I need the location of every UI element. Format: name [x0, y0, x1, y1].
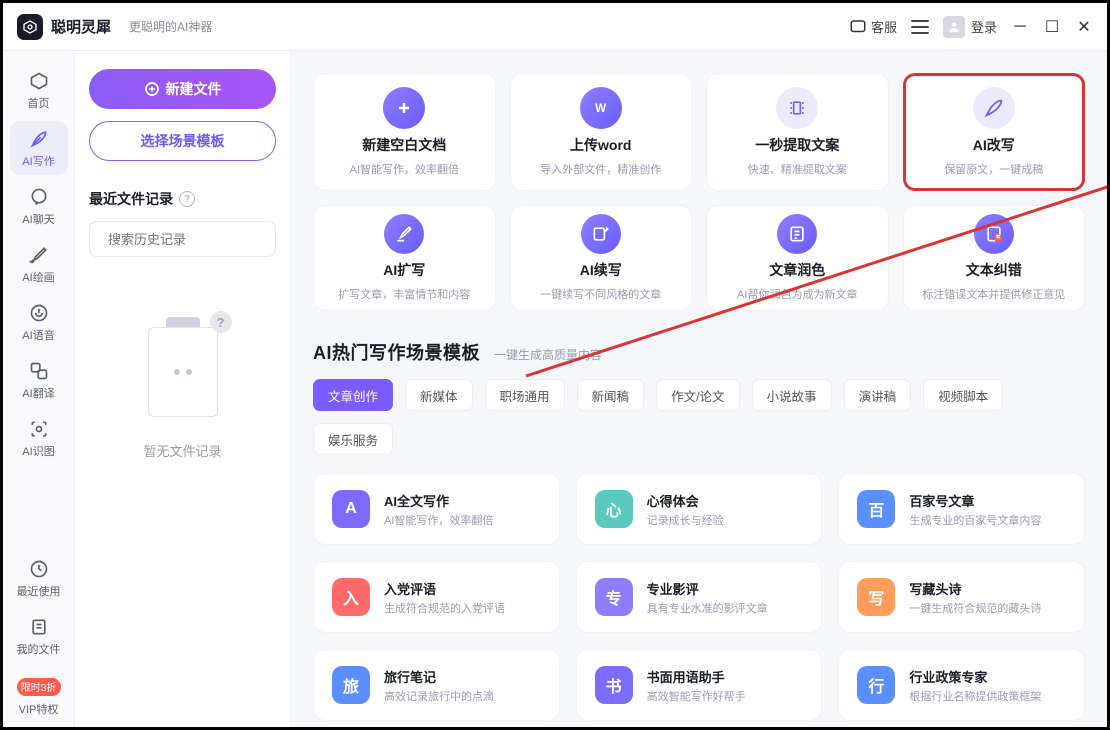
- template-icon: 旅: [332, 666, 370, 704]
- template-icon: 写: [857, 578, 895, 616]
- app-title: 聪明灵犀: [51, 16, 111, 37]
- template-icon: 心: [595, 490, 633, 528]
- expand-icon: [384, 214, 424, 254]
- home-icon: [28, 70, 50, 92]
- support-button[interactable]: 客服: [849, 17, 897, 36]
- file-icon: [28, 616, 50, 638]
- word-icon: W: [580, 87, 622, 129]
- template-icon: A: [332, 490, 370, 528]
- template-icon: 百: [857, 490, 895, 528]
- feature-extract[interactable]: 一秒提取文案 快速、精准提取文案: [706, 73, 889, 191]
- close-button[interactable]: ✕: [1075, 18, 1093, 36]
- sidebar-item-draw[interactable]: AI绘画: [10, 237, 68, 291]
- feature-word[interactable]: W 上传word 导入外部文件，精准创作: [510, 73, 693, 191]
- template-icon: 专: [595, 578, 633, 616]
- login-label: 登录: [971, 17, 997, 36]
- maximize-button[interactable]: ☐: [1043, 18, 1061, 36]
- support-label: 客服: [871, 17, 897, 36]
- sidebar-item-home[interactable]: 首页: [10, 63, 68, 117]
- recent-header: 最近文件记录 ?: [89, 189, 276, 209]
- template-icon: 入: [332, 578, 370, 616]
- avatar-icon: [943, 16, 965, 38]
- template-card-1[interactable]: 心 心得体会 记录成长与经验: [576, 473, 823, 545]
- feature-correct[interactable]: 文本纠错 标注错误文本并提供修正意见: [903, 205, 1086, 311]
- login-button[interactable]: 登录: [943, 16, 997, 38]
- main-content: 新建空白文档 AI智能写作，效率翻倍 W 上传word 导入外部文件，精准创作 …: [291, 51, 1107, 727]
- translate-icon: [28, 360, 50, 382]
- feature-plus[interactable]: 新建空白文档 AI智能写作，效率翻倍: [313, 73, 496, 191]
- template-card-6[interactable]: 旅 旅行笔记 高效记录旅行中的点滴: [313, 649, 560, 721]
- template-icon: 书: [595, 666, 633, 704]
- template-card-3[interactable]: 入 入党评语 生成符合规范的入党评语: [313, 561, 560, 633]
- menu-icon[interactable]: [911, 20, 929, 34]
- feature-rewrite[interactable]: AI改写 保留原文，一键成稿: [903, 73, 1086, 191]
- rewrite-icon: [973, 87, 1015, 129]
- tab-3[interactable]: 新闻稿: [577, 379, 645, 411]
- empty-state: ? 暂无文件记录: [89, 317, 276, 460]
- scan-icon: [28, 418, 50, 440]
- titlebar: 聪明灵犀 更聪明的AI神器 客服 登录 ─ ☐ ✕: [3, 3, 1107, 51]
- brush-icon: [28, 244, 50, 266]
- template-icon: 行: [857, 666, 895, 704]
- app-logo-icon: [17, 14, 43, 40]
- continue-icon: [581, 214, 621, 254]
- tab-4[interactable]: 作文/论文: [656, 379, 739, 411]
- search-input[interactable]: [89, 221, 276, 257]
- tab-1[interactable]: 新媒体: [405, 379, 473, 411]
- sidebar-item-translate[interactable]: AI翻译: [10, 353, 68, 407]
- minimize-button[interactable]: ─: [1011, 18, 1029, 36]
- template-card-0[interactable]: A AI全文写作 AI智能写作，效率翻倍: [313, 473, 560, 545]
- feather-icon: [28, 128, 50, 150]
- template-button[interactable]: 选择场景模板: [89, 121, 276, 161]
- new-file-button[interactable]: 新建文件: [89, 69, 276, 109]
- tab-2[interactable]: 职场通用: [485, 379, 565, 411]
- feature-polish[interactable]: 文章润色 AI帮你润色为成为新文章: [706, 205, 889, 311]
- svg-text:W: W: [595, 102, 606, 115]
- sidebar-item-voice[interactable]: AI语音: [10, 295, 68, 349]
- sidebar-item-vip[interactable]: 限时3折 VIP特权: [10, 667, 68, 727]
- templates-title: AI热门写作场景模板: [313, 339, 480, 365]
- sidebar-item-recent[interactable]: 最近使用: [10, 551, 68, 605]
- tab-7[interactable]: 视频脚本: [923, 379, 1003, 411]
- tab-0[interactable]: 文章创作: [313, 379, 393, 411]
- tab-6[interactable]: 演讲稿: [844, 379, 912, 411]
- help-icon[interactable]: ?: [179, 191, 195, 207]
- correct-icon: [974, 214, 1014, 254]
- tab-5[interactable]: 小说故事: [752, 379, 832, 411]
- feature-expand[interactable]: AI扩写 扩写文章，丰富情节和内容: [313, 205, 496, 311]
- vip-badge: 限时3折: [17, 678, 61, 696]
- sidebar-item-files[interactable]: 我的文件: [10, 609, 68, 663]
- template-card-7[interactable]: 书 书面用语助手 高效智能写作好帮手: [576, 649, 823, 721]
- templates-subtitle: 一键生成高质量内容: [494, 346, 602, 363]
- clock-icon: [28, 558, 50, 580]
- file-panel: 新建文件 选择场景模板 最近文件记录 ? ? 暂无文件记录: [75, 51, 291, 727]
- mic-icon: [28, 302, 50, 324]
- feature-continue[interactable]: AI续写 一键续写不同风格的文章: [510, 205, 693, 311]
- tab-8[interactable]: 娱乐服务: [313, 423, 393, 455]
- template-card-8[interactable]: 行 行业政策专家 根据行业名称提供政策框架: [838, 649, 1085, 721]
- search-field[interactable]: [108, 232, 284, 247]
- sidebar-item-write[interactable]: AI写作: [10, 121, 68, 175]
- sidebar: 首页 AI写作 AI聊天 AI绘画 AI语音 AI翻译: [3, 51, 75, 727]
- app-subtitle: 更聪明的AI神器: [129, 18, 212, 35]
- template-card-2[interactable]: 百 百家号文章 生成专业的百家号文章内容: [838, 473, 1085, 545]
- template-card-4[interactable]: 专 专业影评 具有专业水准的影评文章: [576, 561, 823, 633]
- template-card-5[interactable]: 写 写藏头诗 一键生成符合规范的藏头诗: [838, 561, 1085, 633]
- extract-icon: [776, 87, 818, 129]
- plus-icon: [383, 87, 425, 129]
- polish-icon: [777, 214, 817, 254]
- sidebar-item-vision[interactable]: AI识图: [10, 411, 68, 465]
- chat-icon: [28, 186, 50, 208]
- sidebar-item-chat[interactable]: AI聊天: [10, 179, 68, 233]
